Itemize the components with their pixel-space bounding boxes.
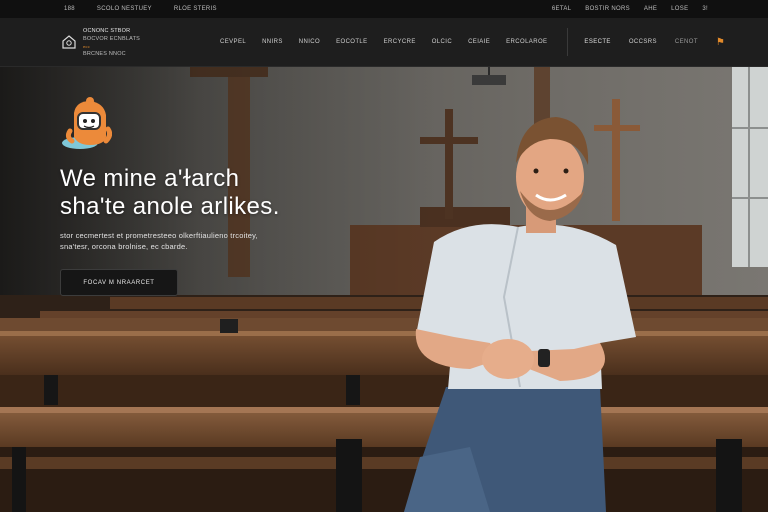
nav-divider xyxy=(567,28,569,56)
nav-item-8[interactable]: ercolaroe xyxy=(506,39,547,45)
nav-item-7[interactable]: ceiaie xyxy=(468,39,490,45)
topbar-right-link-1[interactable]: 6etal xyxy=(552,6,571,12)
hero-subtext-line-2: sna'tesr, orcona brolnise, ec cbarde. xyxy=(60,242,188,251)
top-utility-bar: 188 scolo nestuey rloe steris 6etal bost… xyxy=(0,0,768,18)
hero-headline: We mine a'ɫarch sha'te anole arlikes. xyxy=(60,165,360,221)
topbar-link-2[interactable]: scolo nestuey xyxy=(97,6,152,12)
topbar-right: 6etal bostir nors ahe lose 3! xyxy=(552,6,768,12)
brand[interactable]: ocnonc stbor bocvor ecnblats ecc brcnes … xyxy=(0,28,140,57)
nav-cta-link[interactable]: esecte xyxy=(584,39,610,45)
hero-cta-button[interactable]: focav m nraarcet xyxy=(60,269,178,296)
flag-icon[interactable]: ⚑ xyxy=(716,37,725,48)
nav-item-4[interactable]: eocotle xyxy=(336,39,367,45)
hero-subtext-line-1: stor cecmertest et prometresteeo olkerft… xyxy=(60,231,258,240)
main-navigation: ocnonc stbor bocvor ecnblats ecc brcnes … xyxy=(0,18,768,67)
language-selector[interactable]: cenot xyxy=(675,39,698,45)
brand-text: ocnonc stbor bocvor ecnblats ecc brcnes … xyxy=(83,28,140,57)
hero-headline-line-2: sha'te anole arlikes. xyxy=(60,193,280,220)
brand-line-2: bocvor ecnblats xyxy=(83,35,140,42)
brand-line-1: ocnonc stbor xyxy=(83,27,131,34)
nav-menu: cevpel nnirs nnico eocotle ercycre olcic… xyxy=(220,39,547,45)
nav-item-6[interactable]: olcic xyxy=(432,39,452,45)
brand-line-4: brcnes nnoc xyxy=(83,50,126,57)
nav-item-5[interactable]: ercycre xyxy=(384,39,416,45)
nav-right: esecte occsrs cenot ⚑ xyxy=(584,37,725,48)
nav-item-2[interactable]: nnirs xyxy=(262,39,283,45)
topbar-right-link-4[interactable]: lose xyxy=(671,6,688,12)
hero-content: We mine a'ɫarch sha'te anole arlikes. st… xyxy=(60,97,360,296)
topbar-left: 188 scolo nestuey rloe steris xyxy=(0,6,217,12)
topbar-link-3[interactable]: rloe steris xyxy=(174,6,217,12)
hero-section: We mine a'ɫarch sha'te anole arlikes. st… xyxy=(0,67,768,512)
mascot-robot-icon xyxy=(62,97,112,149)
topbar-right-link-2[interactable]: bostir nors xyxy=(585,6,630,12)
nav-item-1[interactable]: cevpel xyxy=(220,39,246,45)
topbar-link-1[interactable]: 188 xyxy=(64,6,75,12)
topbar-right-link-5[interactable]: 3! xyxy=(702,6,708,12)
hero-headline-line-1: We mine a'ɫarch xyxy=(60,165,240,192)
nav-item-3[interactable]: nnico xyxy=(299,39,320,45)
brand-line-3: ecc xyxy=(83,43,90,49)
church-logo-icon xyxy=(62,35,76,49)
nav-right-link[interactable]: occsrs xyxy=(629,39,657,45)
hero-subtext: stor cecmertest et prometresteeo olkerft… xyxy=(60,230,360,252)
topbar-right-link-3[interactable]: ahe xyxy=(644,6,657,12)
